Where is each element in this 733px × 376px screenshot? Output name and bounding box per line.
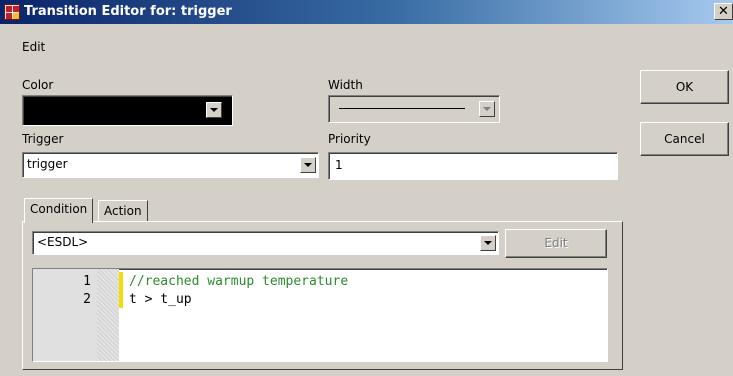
width-label: Width [328, 78, 363, 92]
width-select [328, 95, 500, 123]
tab-action[interactable]: Action [98, 200, 148, 221]
trigger-select[interactable]: trigger [22, 152, 319, 178]
tab-condition[interactable]: Condition [24, 198, 94, 223]
fold-margin [97, 269, 119, 361]
window-title: Transition Editor for: trigger [24, 4, 232, 19]
condition-code-editor[interactable]: 1 //reached warmup temperature 2 t > t_u… [32, 268, 608, 362]
chevron-down-icon[interactable] [206, 102, 222, 118]
ok-button[interactable]: OK [640, 70, 729, 104]
menu-edit[interactable]: Edit [22, 40, 45, 54]
edit-button: Edit [505, 229, 607, 258]
color-label: Color [22, 78, 54, 92]
close-button[interactable]: ✕ [714, 3, 733, 20]
trigger-label: Trigger [22, 132, 64, 146]
chevron-down-icon[interactable] [300, 157, 316, 173]
code-line[interactable]: //reached warmup temperature [129, 274, 348, 289]
language-value: <ESDL> [37, 235, 89, 249]
line-number: 2 [83, 292, 91, 307]
line-number: 1 [83, 274, 91, 289]
color-select[interactable] [22, 95, 233, 126]
priority-input[interactable]: 1 [328, 152, 618, 180]
chevron-down-icon [479, 101, 495, 117]
trigger-value: trigger [27, 157, 68, 171]
priority-label: Priority [328, 132, 371, 146]
chevron-down-icon[interactable] [480, 235, 496, 251]
line-width-preview [339, 108, 465, 109]
language-select[interactable]: <ESDL> [32, 231, 499, 255]
change-marker [119, 272, 123, 308]
code-line[interactable]: t > t_up [129, 292, 192, 307]
state-machine-icon [4, 4, 20, 20]
priority-value: 1 [335, 158, 343, 172]
cancel-button[interactable]: Cancel [640, 122, 729, 156]
close-icon[interactable]: ✕ [718, 4, 729, 19]
title-bar: Transition Editor for: trigger ✕ [0, 0, 733, 24]
